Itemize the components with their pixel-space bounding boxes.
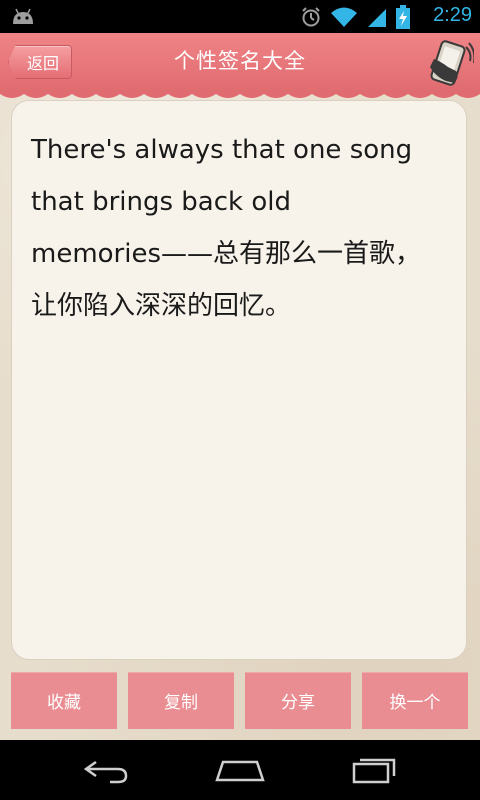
wifi-icon	[331, 7, 357, 27]
shake-phone-icon[interactable]	[426, 37, 474, 89]
signature-text: There's always that one song that brings…	[31, 135, 422, 321]
share-button[interactable]: 分享	[245, 672, 351, 729]
next-button[interactable]: 换一个	[362, 672, 468, 729]
favorite-button[interactable]: 收藏	[11, 672, 117, 729]
status-time: 2:29	[433, 4, 472, 26]
status-bar: 2:29	[0, 0, 480, 33]
copy-button[interactable]: 复制	[128, 672, 234, 729]
recent-apps-icon[interactable]	[348, 754, 402, 786]
home-icon[interactable]	[213, 754, 267, 786]
signal-icon	[368, 9, 386, 27]
app-header: 返回 个性签名大全	[0, 33, 480, 98]
page-title: 个性签名大全	[174, 49, 306, 73]
battery-charging-icon	[396, 5, 410, 29]
back-icon[interactable]	[80, 754, 134, 786]
navigation-bar	[0, 740, 480, 800]
action-bar: 收藏 复制 分享 换一个	[0, 670, 480, 732]
alarm-icon	[302, 7, 320, 27]
android-icon	[13, 8, 33, 24]
